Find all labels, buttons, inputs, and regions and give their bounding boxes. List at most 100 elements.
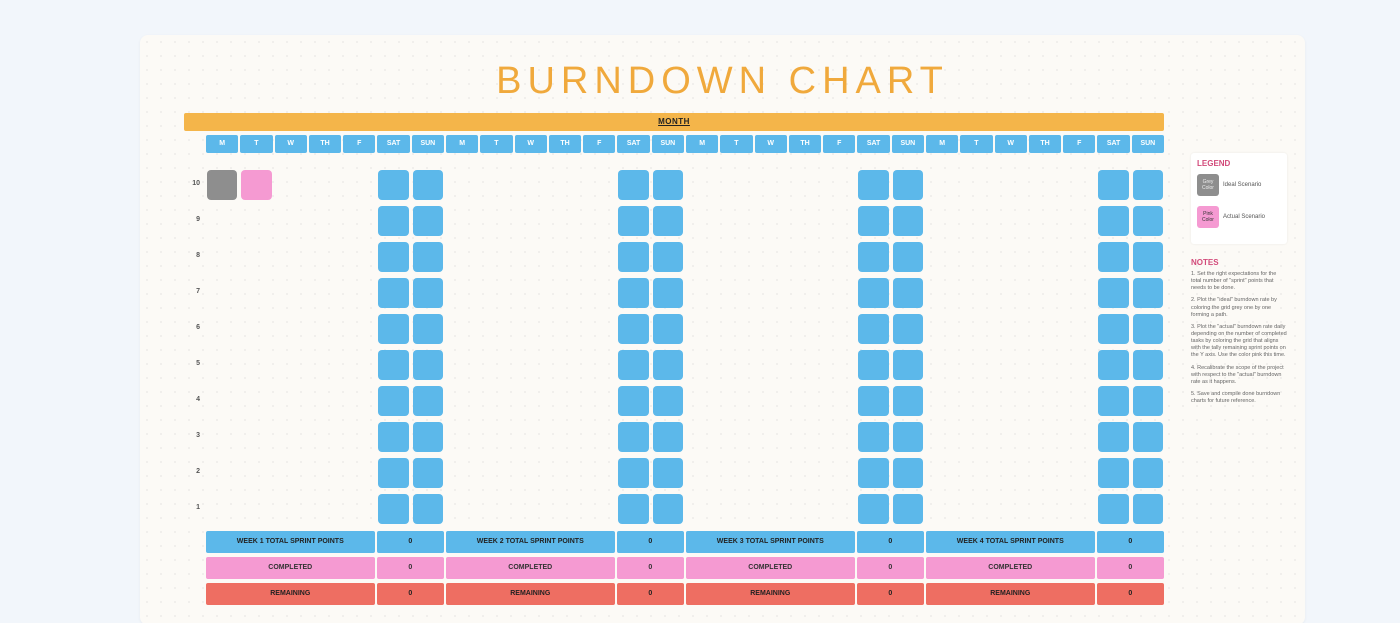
chart-cell[interactable] [961,350,991,380]
chart-cell[interactable] [721,278,751,308]
chart-cell[interactable] [927,242,957,272]
chart-cell[interactable] [721,494,751,524]
chart-cell[interactable] [858,206,888,236]
chart-cell[interactable] [481,422,511,452]
chart-cell[interactable] [1064,314,1094,344]
chart-cell[interactable] [1133,494,1163,524]
chart-cell[interactable] [413,314,443,344]
chart-cell[interactable] [721,170,751,200]
chart-cell[interactable] [241,386,271,416]
chart-cell[interactable] [687,170,717,200]
chart-cell[interactable] [756,422,786,452]
chart-cell[interactable] [618,314,648,344]
chart-cell[interactable] [996,314,1026,344]
chart-cell[interactable] [653,242,683,272]
chart-cell[interactable] [996,278,1026,308]
chart-cell[interactable] [1133,206,1163,236]
chart-cell[interactable] [310,458,340,488]
chart-cell[interactable] [241,242,271,272]
chart-cell[interactable] [1098,206,1128,236]
chart-cell[interactable] [927,494,957,524]
chart-cell[interactable] [378,206,408,236]
chart-cell[interactable] [687,314,717,344]
chart-cell[interactable] [1030,206,1060,236]
chart-cell[interactable] [516,314,546,344]
chart-cell[interactable] [790,386,820,416]
chart-cell[interactable] [516,206,546,236]
chart-cell[interactable] [893,242,923,272]
chart-cell[interactable] [756,278,786,308]
chart-cell[interactable] [584,278,614,308]
chart-cell[interactable] [1098,350,1128,380]
chart-cell[interactable] [481,314,511,344]
chart-cell[interactable] [207,170,237,200]
chart-cell[interactable] [516,494,546,524]
chart-cell[interactable] [413,242,443,272]
chart-cell[interactable] [1098,386,1128,416]
chart-cell[interactable] [687,350,717,380]
chart-cell[interactable] [893,314,923,344]
chart-cell[interactable] [721,206,751,236]
chart-cell[interactable] [310,422,340,452]
chart-cell[interactable] [447,242,477,272]
chart-cell[interactable] [584,206,614,236]
chart-cell[interactable] [584,386,614,416]
chart-cell[interactable] [1064,170,1094,200]
chart-cell[interactable] [927,314,957,344]
chart-cell[interactable] [310,494,340,524]
chart-cell[interactable] [378,458,408,488]
chart-cell[interactable] [721,314,751,344]
chart-cell[interactable] [1030,242,1060,272]
chart-cell[interactable] [790,458,820,488]
chart-cell[interactable] [344,314,374,344]
chart-cell[interactable] [961,494,991,524]
chart-cell[interactable] [1064,350,1094,380]
chart-cell[interactable] [687,242,717,272]
chart-cell[interactable] [893,350,923,380]
chart-cell[interactable] [516,242,546,272]
chart-cell[interactable] [618,350,648,380]
chart-cell[interactable] [653,170,683,200]
chart-cell[interactable] [550,422,580,452]
chart-cell[interactable] [653,422,683,452]
chart-cell[interactable] [1133,242,1163,272]
chart-cell[interactable] [584,314,614,344]
chart-cell[interactable] [790,206,820,236]
chart-cell[interactable] [687,458,717,488]
chart-cell[interactable] [927,206,957,236]
chart-cell[interactable] [344,242,374,272]
chart-cell[interactable] [241,314,271,344]
chart-cell[interactable] [481,170,511,200]
chart-cell[interactable] [1030,314,1060,344]
chart-cell[interactable] [207,494,237,524]
chart-cell[interactable] [653,494,683,524]
chart-cell[interactable] [481,206,511,236]
chart-cell[interactable] [344,386,374,416]
chart-cell[interactable] [1030,170,1060,200]
chart-cell[interactable] [310,278,340,308]
chart-cell[interactable] [858,278,888,308]
chart-cell[interactable] [276,278,306,308]
chart-cell[interactable] [653,206,683,236]
chart-cell[interactable] [858,350,888,380]
chart-cell[interactable] [858,422,888,452]
chart-cell[interactable] [550,170,580,200]
chart-cell[interactable] [413,278,443,308]
chart-cell[interactable] [961,458,991,488]
chart-cell[interactable] [756,314,786,344]
chart-cell[interactable] [276,206,306,236]
chart-cell[interactable] [618,422,648,452]
chart-cell[interactable] [378,350,408,380]
chart-cell[interactable] [790,278,820,308]
chart-cell[interactable] [1030,350,1060,380]
chart-cell[interactable] [584,458,614,488]
chart-cell[interactable] [344,206,374,236]
chart-cell[interactable] [481,458,511,488]
chart-cell[interactable] [618,170,648,200]
chart-cell[interactable] [1064,494,1094,524]
chart-cell[interactable] [790,494,820,524]
chart-cell[interactable] [858,494,888,524]
chart-cell[interactable] [276,170,306,200]
chart-cell[interactable] [687,386,717,416]
chart-cell[interactable] [824,206,854,236]
